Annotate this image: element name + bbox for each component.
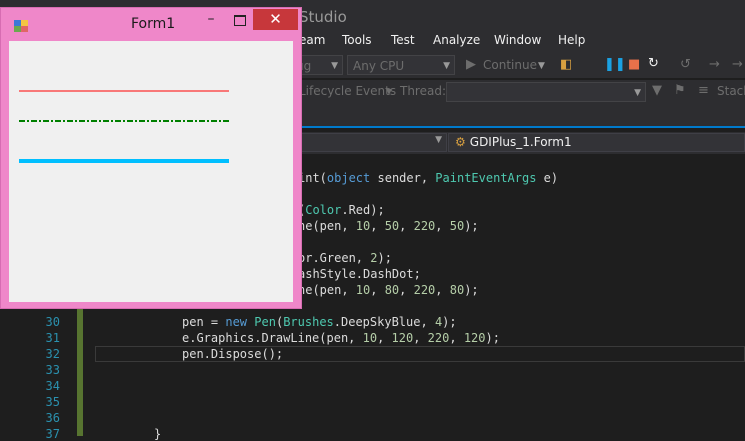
restart-icon[interactable]: ↻ [648, 56, 659, 72]
code-line: ne(pen, 10, 80, 220, 80); [298, 283, 479, 297]
menu-help[interactable]: Help [558, 33, 585, 47]
maximize-icon [234, 15, 246, 26]
code-line: pen = new Pen(Brushes.DeepSkyBlue, 4); [182, 315, 457, 329]
lifecycle-events-label[interactable]: Lifecycle Events [299, 84, 396, 98]
class-icon: ⚙ [455, 135, 466, 149]
menu-window[interactable]: Window [494, 33, 541, 47]
line-number: 32 [45, 347, 60, 361]
code-line: e.Graphics.DrawLine(pen, 10, 120, 220, 1… [182, 331, 500, 345]
form-title: Form1 [131, 16, 176, 32]
menu-team[interactable]: eam [299, 33, 325, 47]
chevron-down-icon: ▼ [435, 135, 442, 145]
stack-frame-icon[interactable]: ≡ [698, 83, 709, 99]
show-next-statement-icon[interactable]: ↺ [680, 57, 691, 73]
paint-surface [19, 90, 229, 163]
maximize-button[interactable] [227, 10, 251, 30]
play-icon[interactable]: ▶ [466, 57, 476, 73]
line-number: 34 [45, 379, 60, 393]
menu-test[interactable]: Test [391, 33, 415, 47]
stop-icon[interactable]: ■ [628, 57, 640, 73]
form-app-icon [14, 20, 28, 32]
thread-label: Thread: [400, 84, 447, 98]
flag-icon[interactable]: ⚑ [674, 83, 686, 99]
filter-icon[interactable]: ▼ [652, 83, 662, 99]
menu-tools[interactable]: Tools [342, 33, 372, 47]
code-line: } [154, 427, 162, 441]
code-line: or.Green, 2); [298, 251, 392, 265]
chevron-down-icon: ▼ [634, 88, 641, 98]
continue-button[interactable]: Continue [483, 58, 537, 72]
chevron-down-icon[interactable]: ▼ [538, 58, 545, 74]
minimize-button[interactable]: – [199, 10, 223, 30]
line-number: 33 [45, 363, 60, 377]
line-number: 37 [45, 427, 60, 441]
chevron-down-icon[interactable]: ▾ [386, 84, 392, 98]
step-into-icon[interactable]: → [709, 57, 720, 73]
project-combo[interactable]: ▼ [300, 133, 447, 152]
platform-combo[interactable]: Any CPU ▼ [347, 55, 455, 75]
code-line: int(object sender, PaintEventArgs e) [298, 171, 559, 185]
class-combo-value: GDIPlus_1.Form1 [469, 135, 572, 149]
chevron-down-icon: ▼ [443, 61, 450, 71]
line-number: 31 [45, 331, 60, 345]
thread-combo[interactable]: ▼ [446, 82, 646, 102]
close-button[interactable]: ✕ [253, 9, 298, 30]
chevron-down-icon: ▼ [331, 61, 338, 71]
code-line: pen.Dispose(); [182, 347, 284, 361]
attach-process-icon[interactable]: ◧ [560, 57, 572, 73]
code-line: (Color.Red); [298, 203, 385, 217]
step-over-icon[interactable]: → [732, 57, 743, 73]
menu-analyze[interactable]: Analyze [433, 33, 480, 47]
form-client-area [9, 41, 293, 302]
line-number: 30 [45, 315, 60, 329]
class-combo[interactable]: ⚙ GDIPlus_1.Form1 [448, 133, 745, 152]
platform-value: Any CPU [353, 59, 405, 73]
code-line: ne(pen, 10, 50, 220, 50); [298, 219, 479, 233]
code-line: ashStyle.DashDot; [298, 267, 421, 281]
stack-frame-label: Stack [717, 84, 745, 98]
line-number: 35 [45, 395, 60, 409]
form1-window[interactable]: Form1 – ✕ [0, 7, 302, 309]
vs-title: Studio [299, 8, 347, 26]
pause-icon[interactable]: ❚❚ [604, 57, 626, 73]
line-number: 36 [45, 411, 60, 425]
